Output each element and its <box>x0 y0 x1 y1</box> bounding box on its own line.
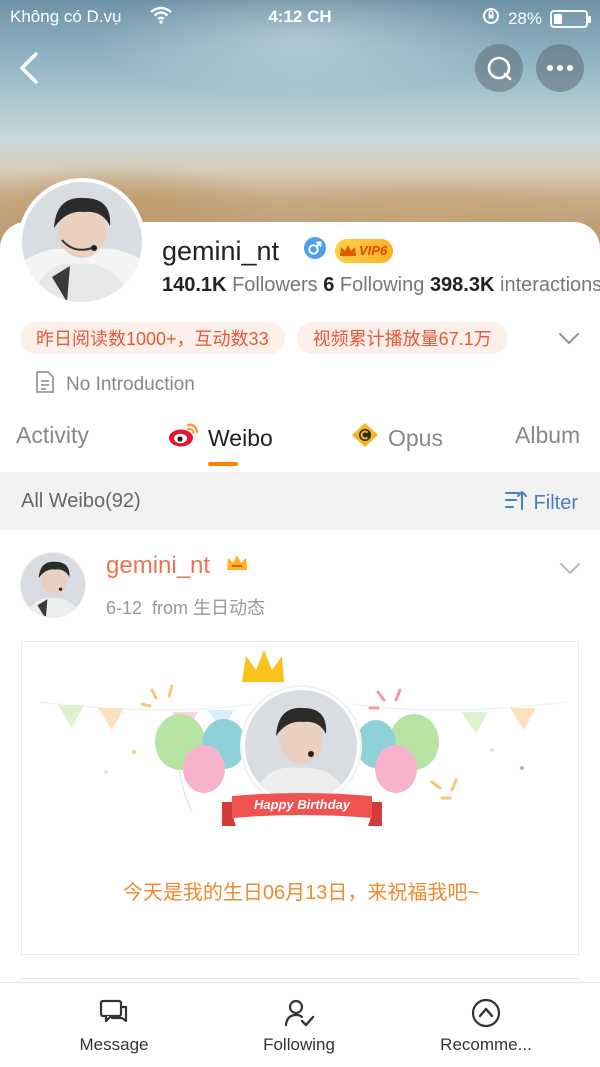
battery-percent: 28% <box>507 8 542 28</box>
chevron-down-icon <box>558 332 580 345</box>
vip-label: VIP6 <box>359 243 388 258</box>
post-meta: 6-12 from 生日动态 <box>106 594 265 620</box>
tab-album-label: Album <box>515 422 581 448</box>
tab-weibo-label: Weibo <box>208 424 273 451</box>
active-tab-indicator <box>208 462 238 466</box>
profile-avatar[interactable] <box>18 178 146 306</box>
happy-birthday-text: Happy Birthday <box>253 797 351 812</box>
chevron-down-icon <box>560 563 580 574</box>
profile-intro[interactable]: No Introduction <box>34 370 195 400</box>
read-stats-tag[interactable]: 昨日阅读数1000+，互动数33 <box>20 322 285 354</box>
followers-label[interactable]: Followers <box>232 274 318 296</box>
more-dots-icon <box>547 65 573 71</box>
battery-icon <box>550 9 591 28</box>
post-options-button[interactable] <box>558 558 582 578</box>
filter-button[interactable]: Filter <box>504 489 578 517</box>
tab-opus-label: Opus <box>388 424 443 451</box>
tab-activity-label: Activity <box>16 422 89 448</box>
profile-username[interactable]: gemini_nt <box>162 236 279 267</box>
rotation-lock-icon <box>482 7 500 30</box>
vip-badge[interactable]: VIP6 <box>335 238 394 263</box>
feed-filter-bar: All Weibo(92) Filter <box>0 472 600 530</box>
tab-weibo[interactable]: Weibo <box>168 422 273 454</box>
filter-icon <box>504 489 528 517</box>
interactions-count[interactable]: 398.3K <box>430 274 495 296</box>
vip-crown-icon <box>225 552 249 579</box>
following-count[interactable]: 6 <box>323 274 334 296</box>
tab-album[interactable]: Album <box>515 422 580 449</box>
filter-label: Filter <box>533 491 578 514</box>
user-check-icon <box>284 999 315 1027</box>
interactions-label[interactable]: interactions <box>500 274 600 296</box>
tab-opus[interactable]: Opus <box>350 422 443 454</box>
profile-tags: 昨日阅读数1000+，互动数33 视频累计播放量67.1万 <box>20 322 508 354</box>
weibo-post: gemini_nt 6-12 from 生日动态 Happy Birthday … <box>0 530 600 980</box>
birthday-illustration <box>39 650 568 813</box>
recommend-button[interactable]: Recomme... <box>386 997 586 1055</box>
intro-text: No Introduction <box>66 374 195 395</box>
post-author-avatar[interactable] <box>20 552 86 618</box>
post-divider <box>21 978 579 979</box>
male-icon <box>303 236 327 265</box>
crown-icon <box>340 244 356 256</box>
post-date: 6-12 <box>106 598 143 618</box>
following-button[interactable]: Following <box>199 997 399 1055</box>
message-icon <box>99 999 128 1023</box>
message-button[interactable]: Message <box>14 997 214 1055</box>
birthday-card[interactable]: Happy Birthday 今天是我的生日06月13日，来祝福我吧~ <box>21 641 579 955</box>
birthday-message: 今天是我的生日06月13日，来祝福我吧~ <box>122 882 480 904</box>
expand-tags-button[interactable] <box>556 326 582 350</box>
weibo-logo-icon <box>168 422 200 454</box>
followers-count[interactable]: 140.1K <box>162 274 227 296</box>
document-icon <box>34 370 56 400</box>
post-source[interactable]: from 生日动态 <box>152 598 265 618</box>
tab-activity[interactable]: Activity <box>16 422 89 449</box>
bottom-action-bar: Message Following Recomme... <box>0 982 600 1067</box>
following-label: Following <box>263 1035 335 1054</box>
profile-tabs: Activity Weibo Opus Album <box>0 418 600 470</box>
more-button[interactable] <box>536 44 584 92</box>
back-button[interactable] <box>14 50 46 86</box>
recommend-label: Recomme... <box>440 1035 532 1054</box>
all-weibo-count[interactable]: All Weibo(92) <box>21 490 141 513</box>
video-stats-tag[interactable]: 视频累计播放量67.1万 <box>296 322 508 354</box>
search-button[interactable] <box>475 44 523 92</box>
compass-icon <box>471 998 501 1028</box>
opus-icon <box>350 422 380 454</box>
message-label: Message <box>79 1035 149 1054</box>
following-label[interactable]: Following <box>340 274 424 296</box>
search-icon <box>487 56 512 81</box>
status-bar: Không có D.vụ 4:12 CH 28% <box>0 0 600 34</box>
profile-stats: 140.1K Followers 6 Following 398.3K inte… <box>162 274 600 297</box>
post-author-name[interactable]: gemini_nt <box>106 552 210 580</box>
